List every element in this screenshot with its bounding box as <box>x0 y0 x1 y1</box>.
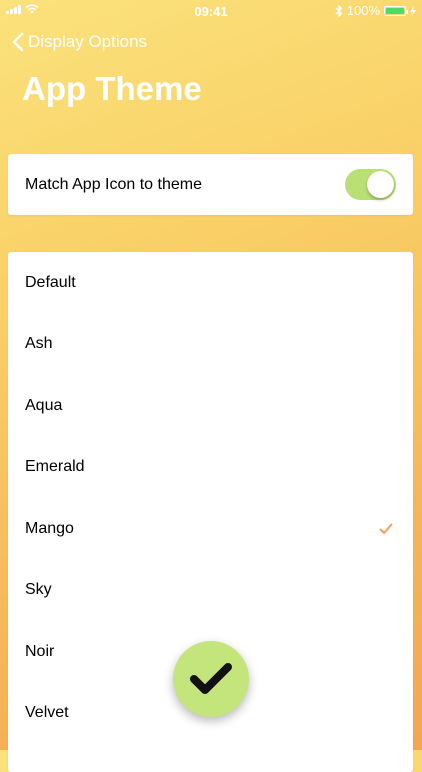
confirm-button[interactable] <box>173 641 249 717</box>
theme-label: Default <box>25 273 76 291</box>
theme-row-aqua[interactable]: Aqua <box>8 375 413 437</box>
theme-label: Velvet <box>25 704 69 722</box>
battery-icon <box>384 5 408 16</box>
match-icon-card: Match App Icon to theme <box>8 154 413 215</box>
theme-label: Emerald <box>25 458 85 476</box>
theme-row-ash[interactable]: Ash <box>8 314 413 376</box>
charging-icon <box>410 5 416 16</box>
theme-row-mango[interactable]: Mango <box>8 498 413 560</box>
theme-row-default[interactable]: Default <box>8 252 413 314</box>
bluetooth-icon <box>335 4 343 17</box>
back-label: Display Options <box>28 32 148 51</box>
battery-fill <box>386 7 404 14</box>
page-title: App Theme <box>22 70 202 107</box>
match-icon-toggle[interactable] <box>345 169 396 200</box>
toggle-knob <box>367 171 394 198</box>
chevron-left-icon <box>12 32 24 52</box>
status-bar: 09:41 100% <box>0 0 422 22</box>
theme-row-sky[interactable]: Sky <box>8 560 413 622</box>
match-icon-label: Match App Icon to theme <box>25 175 202 193</box>
theme-label: Ash <box>25 335 53 353</box>
theme-label: Mango <box>25 519 74 537</box>
theme-label: Sky <box>25 581 52 599</box>
theme-row-emerald[interactable]: Emerald <box>8 437 413 499</box>
theme-label: Aqua <box>25 396 63 414</box>
checkmark-icon <box>379 523 393 534</box>
checkmark-icon <box>190 663 232 694</box>
theme-label: Noir <box>25 642 55 660</box>
back-button[interactable]: Display Options <box>12 32 147 52</box>
status-right: 100% <box>335 3 416 18</box>
battery-percent: 100% <box>346 3 380 18</box>
